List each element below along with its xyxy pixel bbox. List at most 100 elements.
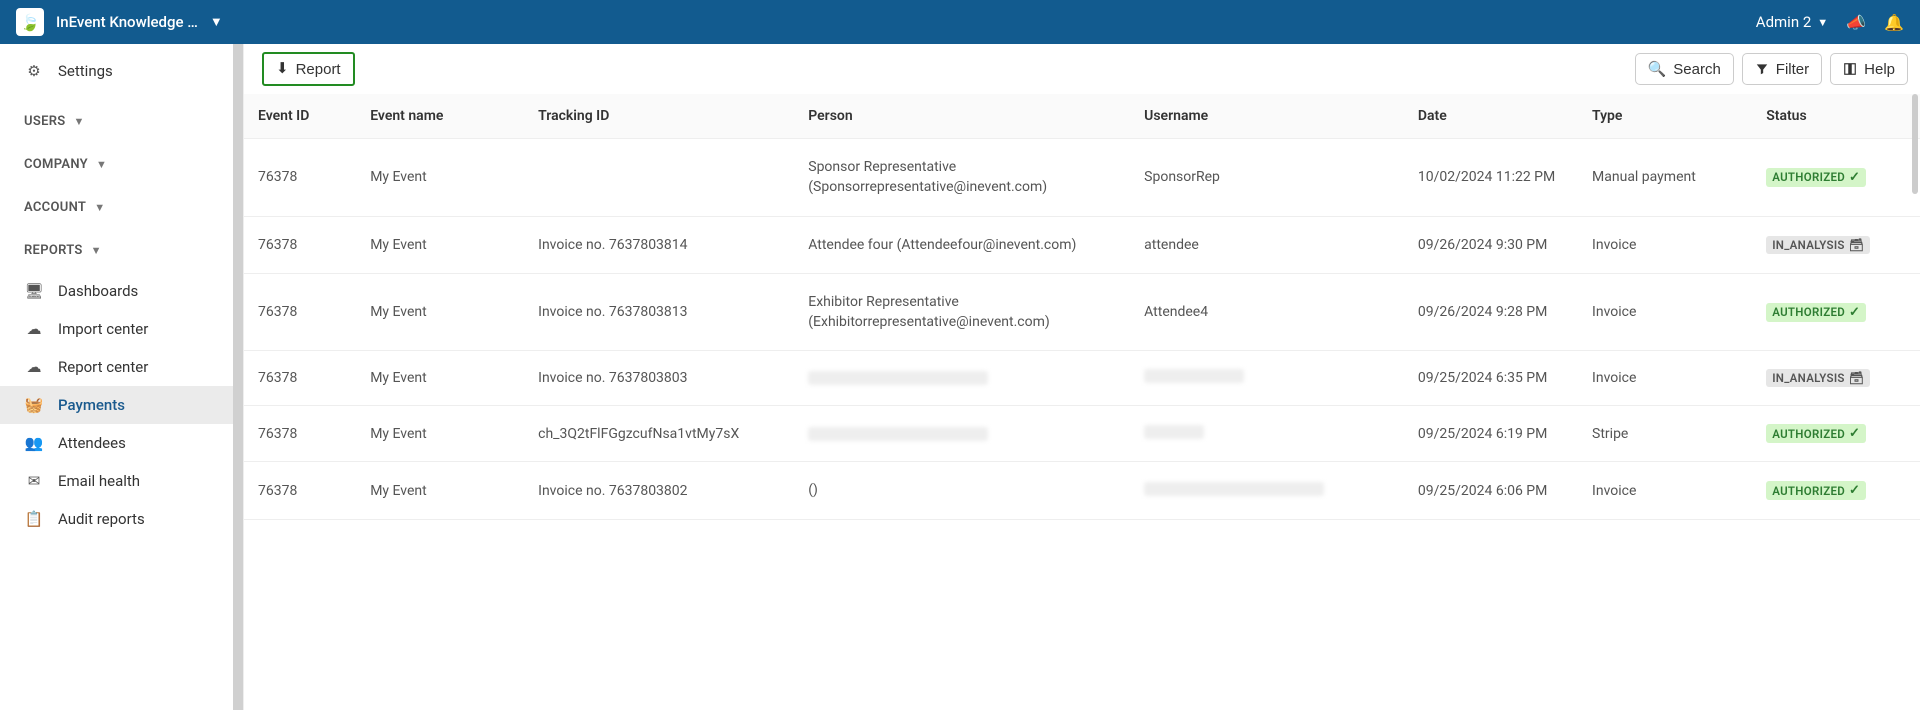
report-button-label: Report — [296, 61, 341, 78]
table-row[interactable]: 76378My EventInvoice no. 7637803802()09/… — [244, 462, 1920, 519]
redacted-text — [808, 427, 988, 441]
sidebar-item-payments[interactable]: Payments — [0, 386, 243, 424]
search-button[interactable]: Search — [1635, 53, 1734, 85]
search-button-label: Search — [1673, 61, 1721, 78]
person-line1: Sponsor Representative — [808, 157, 1128, 177]
table-row[interactable]: 76378My EventInvoice no. 7637803814Atten… — [244, 216, 1920, 273]
sidebar-section-users[interactable]: USERS ▼ — [0, 100, 243, 143]
dashboard-icon — [24, 282, 44, 300]
table-row[interactable]: 76378My Eventch_3Q2tFlFGgzcufNsa1vtMy7sX… — [244, 406, 1920, 462]
redacted-text — [1144, 482, 1324, 496]
briefcase-icon: 🗃 — [1849, 371, 1865, 385]
toolbar: Report Search Filter Help — [244, 44, 1920, 94]
table-header: Event ID Event name Tracking ID Person U… — [244, 94, 1920, 139]
toolbar-right: Search Filter Help — [1635, 53, 1908, 85]
sidebar-item-label: Payments — [58, 396, 125, 414]
sidebar-item-label: Attendees — [58, 434, 126, 452]
users-icon — [24, 434, 44, 452]
payments-table: Event ID Event name Tracking ID Person U… — [244, 94, 1920, 520]
check-icon: ✓ — [1849, 426, 1860, 441]
report-button[interactable]: Report — [262, 52, 355, 86]
sidebar-item-report-center[interactable]: Report center — [0, 348, 243, 386]
sidebar: Settings USERS ▼ COMPANY ▼ ACCOUNT ▼ REP… — [0, 44, 244, 710]
bell-icon[interactable] — [1884, 13, 1904, 32]
sidebar-item-label: Import center — [58, 320, 148, 338]
person-line1: Exhibitor Representative — [808, 292, 1128, 312]
th-username[interactable]: Username — [1136, 94, 1410, 139]
cloud-icon — [24, 358, 44, 376]
sidebar-item-label: Settings — [58, 62, 113, 80]
chevron-down-icon: ▼ — [1817, 16, 1828, 29]
app-logo: 🍃 — [16, 8, 44, 36]
sidebar-item-label: Email health — [58, 472, 140, 490]
sidebar-item-dashboards[interactable]: Dashboards — [0, 272, 243, 310]
sidebar-item-label: Audit reports — [58, 510, 145, 528]
person-line2: (Sponsorrepresentative@inevent.com) — [808, 177, 1128, 197]
mail-icon — [24, 472, 44, 490]
filter-icon — [1755, 62, 1769, 76]
person-line1: () — [808, 480, 1128, 500]
topbar: 🍃 InEvent Knowledge … ▼ Admin 2 ▼ — [0, 0, 1920, 44]
sidebar-section-company[interactable]: COMPANY ▼ — [0, 143, 243, 186]
status-text: AUTHORIZED — [1772, 170, 1845, 184]
table-row[interactable]: 76378My EventInvoice no. 763780380309/25… — [244, 351, 1920, 406]
sidebar-section-account[interactable]: ACCOUNT ▼ — [0, 186, 243, 229]
table-row[interactable]: 76378My EventInvoice no. 7637803813Exhib… — [244, 273, 1920, 351]
topbar-right: Admin 2 ▼ — [1756, 13, 1904, 32]
th-person[interactable]: Person — [800, 94, 1136, 139]
sidebar-item-label: Dashboards — [58, 282, 138, 300]
topbar-left: 🍃 InEvent Knowledge … ▼ — [16, 8, 223, 36]
briefcase-icon: 🗃 — [1849, 238, 1865, 252]
sidebar-item-attendees[interactable]: Attendees — [0, 424, 243, 462]
user-label: Admin 2 — [1756, 13, 1811, 31]
th-event-id[interactable]: Event ID — [244, 94, 362, 139]
chevron-down-icon: ▼ — [96, 158, 107, 171]
sidebar-item-label: Report center — [58, 358, 148, 376]
table-body: 76378My EventSponsor Representative(Spon… — [244, 139, 1920, 520]
payments-table-wrap: Event ID Event name Tracking ID Person U… — [244, 94, 1920, 710]
person-line1: Attendee four (Attendeefour@inevent.com) — [808, 235, 1128, 255]
check-icon: ✓ — [1849, 305, 1860, 320]
announcement-icon[interactable] — [1846, 13, 1866, 32]
table-row[interactable]: 76378My EventSponsor Representative(Spon… — [244, 139, 1920, 217]
th-date[interactable]: Date — [1410, 94, 1584, 139]
sidebar-item-email-health[interactable]: Email health — [0, 462, 243, 500]
status-text: AUTHORIZED — [1772, 305, 1845, 319]
main-content: Report Search Filter Help — [244, 44, 1920, 710]
chevron-down-icon[interactable]: ▼ — [210, 14, 223, 30]
help-button[interactable]: Help — [1830, 53, 1908, 85]
status-badge: AUTHORIZED ✓ — [1766, 303, 1866, 322]
filter-button-label: Filter — [1776, 61, 1809, 78]
check-icon: ✓ — [1849, 170, 1860, 185]
status-badge: AUTHORIZED ✓ — [1766, 424, 1866, 443]
sidebar-item-audit-reports[interactable]: Audit reports — [0, 500, 243, 538]
app-logo-icon: 🍃 — [20, 13, 40, 32]
download-icon — [276, 60, 289, 78]
user-menu[interactable]: Admin 2 ▼ — [1756, 13, 1828, 31]
status-text: IN_ANALYSIS — [1772, 371, 1845, 385]
sidebar-item-settings[interactable]: Settings — [0, 52, 243, 90]
th-tracking-id[interactable]: Tracking ID — [530, 94, 800, 139]
redacted-text — [1144, 369, 1244, 383]
status-text: AUTHORIZED — [1772, 427, 1845, 441]
status-badge: IN_ANALYSIS 🗃 — [1766, 369, 1870, 387]
search-icon — [1648, 60, 1667, 78]
check-icon: ✓ — [1849, 483, 1860, 498]
th-type[interactable]: Type — [1584, 94, 1758, 139]
status-badge: IN_ANALYSIS 🗃 — [1766, 236, 1870, 254]
sidebar-section-reports[interactable]: REPORTS ▼ — [0, 229, 243, 272]
redacted-text — [808, 371, 988, 385]
th-status[interactable]: Status — [1758, 94, 1920, 139]
redacted-text — [1144, 425, 1204, 439]
app-title: InEvent Knowledge … — [56, 13, 198, 31]
sidebar-item-import-center[interactable]: Import center — [0, 310, 243, 348]
chevron-down-icon: ▼ — [74, 115, 85, 128]
gear-icon — [24, 62, 44, 80]
clipboard-icon — [24, 510, 44, 528]
th-event-name[interactable]: Event name — [362, 94, 530, 139]
status-badge: AUTHORIZED ✓ — [1766, 168, 1866, 187]
filter-button[interactable]: Filter — [1742, 53, 1822, 85]
scrollbar[interactable] — [1912, 94, 1918, 194]
help-icon — [1843, 62, 1857, 76]
chevron-down-icon: ▼ — [94, 201, 105, 214]
